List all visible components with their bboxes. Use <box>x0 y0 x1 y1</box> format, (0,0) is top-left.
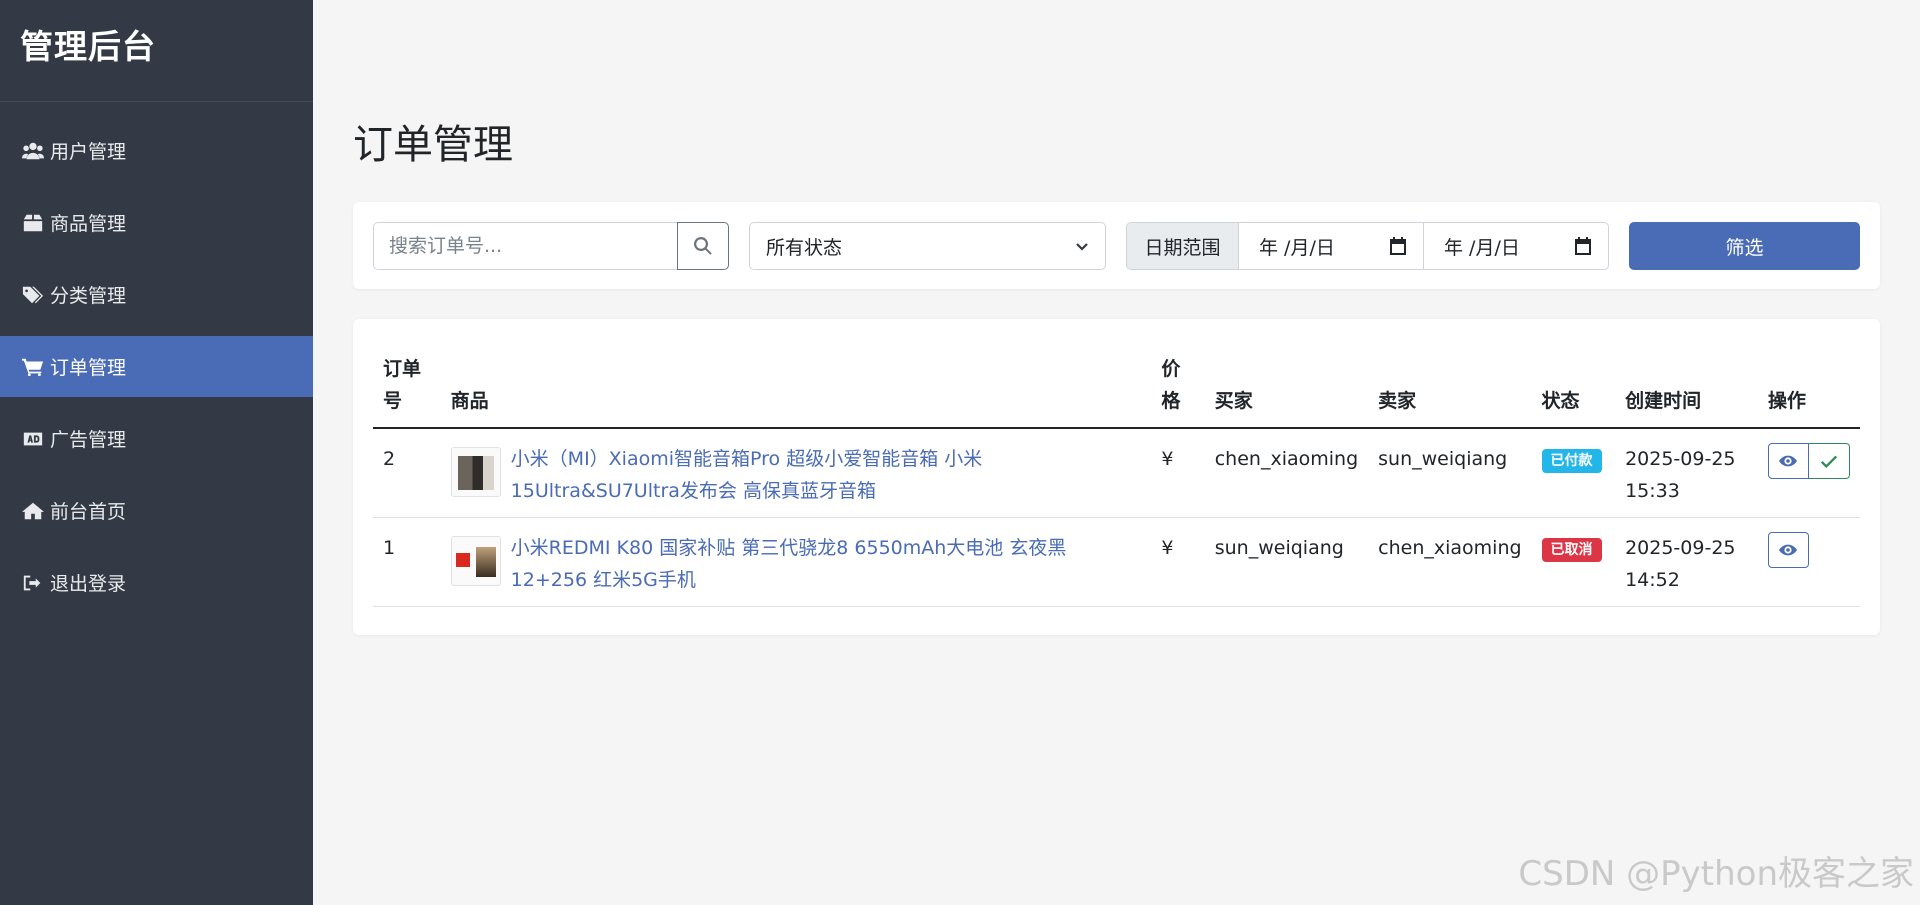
order-price: ¥ <box>1151 428 1205 518</box>
calendar-icon[interactable] <box>1574 237 1592 255</box>
product-link[interactable]: 小米（MI）Xiaomi智能音箱Pro 超级小爱智能音箱 小米15Ultra&S… <box>511 443 1142 507</box>
header-actions: 操作 <box>1757 349 1860 429</box>
tags-icon <box>20 285 46 305</box>
actions-cell <box>1757 517 1860 607</box>
sidebar-item-label: 用户管理 <box>50 141 127 163</box>
box-icon <box>20 213 46 233</box>
header-buyer: 买家 <box>1204 349 1369 429</box>
product-link[interactable]: 小米REDMI K80 国家补贴 第三代骁龙8 6550mAh大电池 玄夜黑 1… <box>511 532 1142 596</box>
order-price: ¥ <box>1151 517 1205 607</box>
product-thumbnail[interactable] <box>450 536 501 586</box>
status-badge: 已取消 <box>1541 538 1602 562</box>
actions-cell <box>1757 428 1860 518</box>
header-product: 商品 <box>440 349 1152 429</box>
order-id: 2 <box>373 428 441 518</box>
date-range-group: 日期范围 年 /月/日 年 /月/日 <box>1126 222 1609 270</box>
sidebar-item-label: 前台首页 <box>50 501 127 523</box>
order-id: 1 <box>373 517 441 607</box>
sidebar-item-logout[interactable]: 退出登录 <box>0 552 313 613</box>
order-buyer: sun_weiqiang <box>1204 517 1369 607</box>
header-seller: 卖家 <box>1368 349 1532 429</box>
status-badge: 已付款 <box>1541 449 1602 473</box>
sidebar-item-ads[interactable]: 广告管理 <box>0 408 313 469</box>
sidebar-item-home[interactable]: 前台首页 <box>0 480 313 541</box>
header-order-id: 订单号 <box>373 349 441 429</box>
product-cell: 小米REDMI K80 国家补贴 第三代骁龙8 6550mAh大电池 玄夜黑 1… <box>440 517 1152 607</box>
order-seller: sun_weiqiang <box>1368 428 1532 518</box>
home-icon <box>20 501 46 521</box>
check-icon <box>1820 455 1838 469</box>
sidebar-item-products[interactable]: 商品管理 <box>0 192 313 253</box>
view-button[interactable] <box>1767 443 1809 479</box>
header-status: 状态 <box>1531 349 1616 429</box>
date-start-input[interactable]: 年 /月/日 <box>1239 223 1423 269</box>
confirm-button[interactable] <box>1808 443 1850 479</box>
order-created: 2025-09-25 15:33 <box>1615 428 1758 518</box>
search-group <box>373 222 729 270</box>
sidebar-item-label: 分类管理 <box>50 285 127 307</box>
filter-button[interactable]: 筛选 <box>1629 222 1860 270</box>
view-button[interactable] <box>1767 532 1809 568</box>
status-cell: 已取消 <box>1531 517 1616 607</box>
sidebar-item-label: 退出登录 <box>50 573 127 595</box>
product-cell: 小米（MI）Xiaomi智能音箱Pro 超级小爱智能音箱 小米15Ultra&S… <box>440 428 1152 518</box>
brand-title: 管理后台 <box>0 0 313 102</box>
sidebar-item-label: 商品管理 <box>50 213 127 235</box>
header-price: 价格 <box>1151 349 1205 429</box>
product-thumbnail[interactable] <box>450 447 501 497</box>
date-range-label: 日期范围 <box>1127 223 1239 269</box>
cart-icon <box>20 357 46 377</box>
watermark: CSDN @Python极客之家 <box>1518 854 1914 894</box>
table-row: 2 小米（MI）Xiaomi智能音箱Pro 超级小爱智能音箱 小米15Ultra… <box>373 428 1860 518</box>
status-cell: 已付款 <box>1531 428 1616 518</box>
status-select-value: 所有状态 <box>766 236 843 259</box>
eye-icon <box>1779 544 1798 556</box>
search-input[interactable] <box>373 222 677 270</box>
orders-table: 订单号 商品 价格 买家 卖家 状态 创建时间 操作 2 小米（MI）Xiaom… <box>373 349 1860 607</box>
status-select[interactable]: 所有状态 <box>749 222 1106 270</box>
filter-card: 所有状态 日期范围 年 /月/日 年 /月/日 筛选 <box>353 202 1880 289</box>
date-start-value: 年 /月/日 <box>1259 236 1335 259</box>
sidebar: 管理后台 用户管理 商品管理 分类管理 订单管理 广告管理 前台首页 退出登录 <box>0 0 313 905</box>
sidebar-item-label: 订单管理 <box>50 357 127 379</box>
chevron-down-icon <box>1076 243 1088 251</box>
header-created: 创建时间 <box>1615 349 1758 429</box>
sidebar-item-users[interactable]: 用户管理 <box>0 120 313 181</box>
table-row: 1 小米REDMI K80 国家补贴 第三代骁龙8 6550mAh大电池 玄夜黑… <box>373 517 1860 607</box>
eye-icon <box>1779 455 1798 467</box>
order-seller: chen_xiaoming <box>1368 517 1532 607</box>
search-button[interactable] <box>677 222 729 270</box>
orders-table-card: 订单号 商品 价格 买家 卖家 状态 创建时间 操作 2 小米（MI）Xiaom… <box>353 319 1880 635</box>
date-end-value: 年 /月/日 <box>1444 236 1520 259</box>
sidebar-item-orders[interactable]: 订单管理 <box>0 336 313 397</box>
order-created: 2025-09-25 14:52 <box>1615 517 1758 607</box>
ad-icon <box>20 429 46 449</box>
order-buyer: chen_xiaoming <box>1204 428 1369 518</box>
sign-out-icon <box>20 573 46 593</box>
users-icon <box>20 141 46 161</box>
date-end-input[interactable]: 年 /月/日 <box>1423 223 1608 269</box>
sidebar-item-categories[interactable]: 分类管理 <box>0 264 313 325</box>
page-title: 订单管理 <box>353 122 513 168</box>
search-icon <box>694 237 712 255</box>
calendar-icon[interactable] <box>1389 237 1407 255</box>
sidebar-nav: 用户管理 商品管理 分类管理 订单管理 广告管理 前台首页 退出登录 <box>0 120 313 613</box>
sidebar-item-label: 广告管理 <box>50 429 127 451</box>
table-header-row: 订单号 商品 价格 买家 卖家 状态 创建时间 操作 <box>373 349 1860 429</box>
